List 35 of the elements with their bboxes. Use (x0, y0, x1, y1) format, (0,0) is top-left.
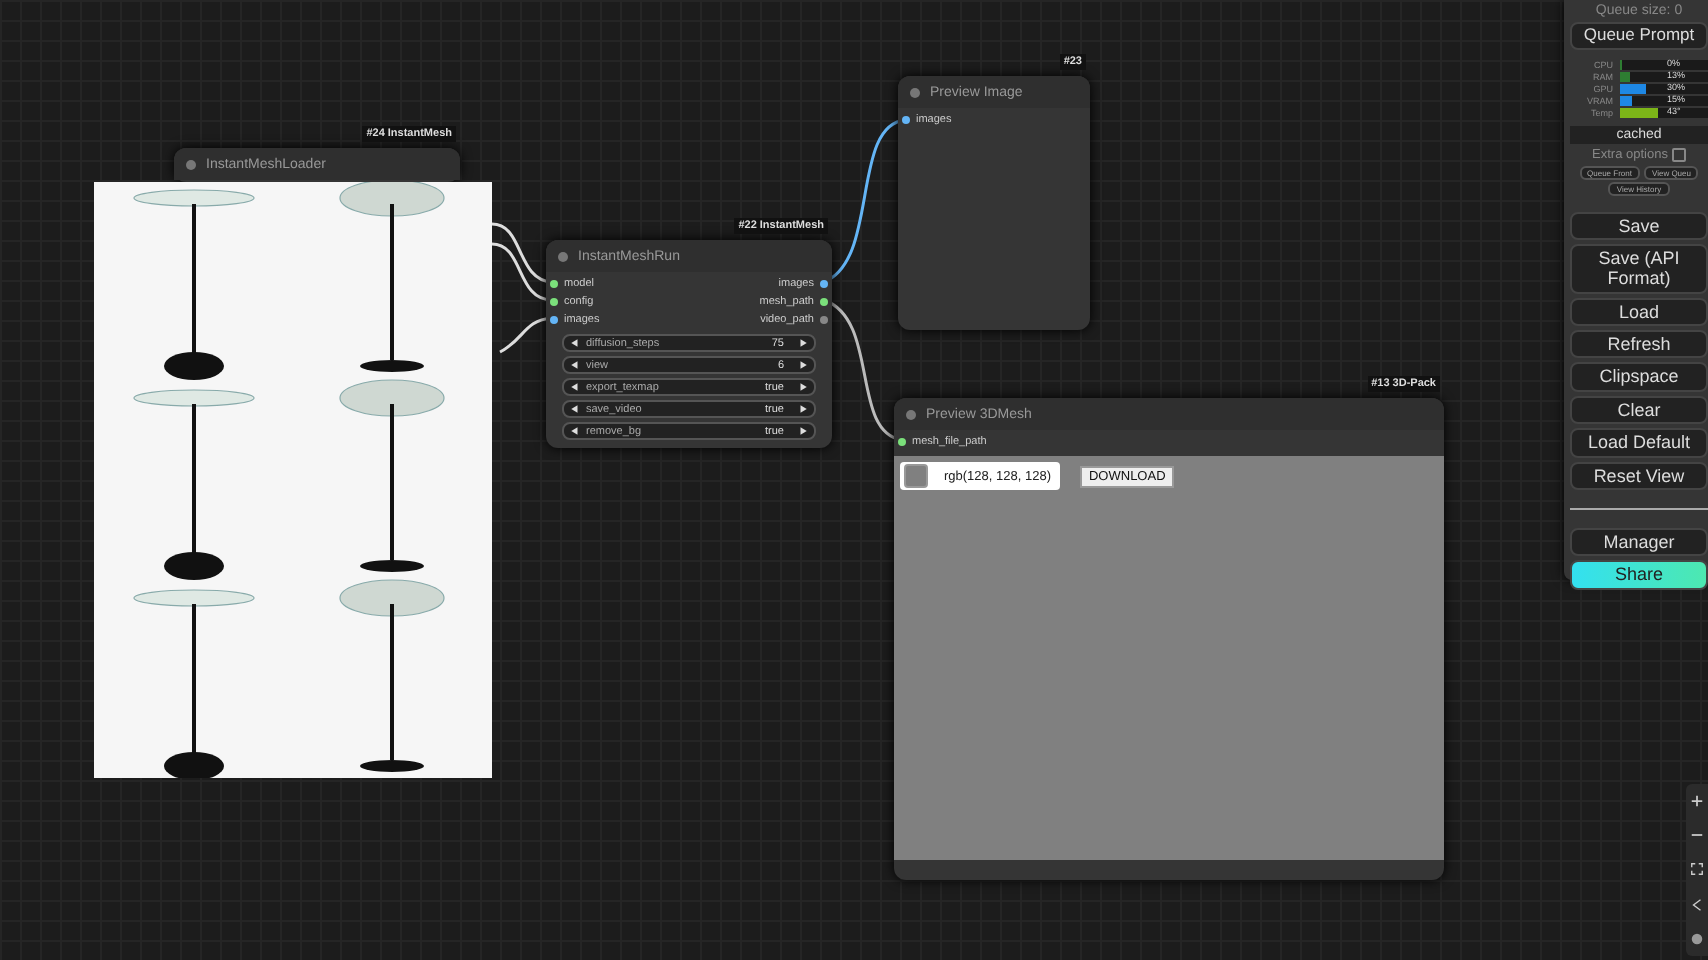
decrement-icon[interactable] (570, 360, 580, 370)
decrement-icon[interactable] (570, 404, 580, 414)
input-slot-dot[interactable] (550, 279, 558, 287)
chevron-icon[interactable] (1690, 897, 1704, 912)
menu-button[interactable]: Save (API Format) (1570, 244, 1708, 294)
node-canvas[interactable] (0, 0, 1708, 960)
input-slot-dot[interactable] (902, 115, 910, 123)
output-slot-dot[interactable] (820, 279, 828, 287)
menu-button[interactable]: Refresh (1570, 330, 1708, 359)
menu-button[interactable]: Save (1570, 211, 1708, 241)
increment-icon[interactable] (798, 338, 808, 348)
increment-icon[interactable] (798, 404, 808, 414)
extra-options-checkbox[interactable] (1671, 147, 1686, 162)
decrement-icon[interactable] (570, 338, 580, 348)
increment-icon[interactable] (798, 382, 808, 392)
input-slot-dot[interactable] (550, 315, 558, 323)
circle-icon[interactable] (1690, 931, 1704, 946)
share-button[interactable]: Share (1570, 560, 1708, 590)
zoom-in-icon[interactable] (1690, 794, 1704, 809)
decrement-icon[interactable] (570, 426, 580, 436)
input-slot-dot[interactable] (550, 297, 558, 305)
output-slot-dot[interactable] (820, 315, 828, 323)
menu-button[interactable]: Load Default (1570, 428, 1708, 458)
fit-view-icon[interactable] (1690, 862, 1704, 877)
queue-prompt-button[interactable]: Queue Prompt (1570, 22, 1708, 50)
increment-icon[interactable] (798, 360, 808, 370)
menu-button[interactable]: Clear (1570, 395, 1708, 425)
output-slot-dot[interactable] (820, 297, 828, 305)
menu-button[interactable]: Manager (1570, 527, 1708, 557)
menu-button[interactable]: Reset View (1570, 461, 1708, 490)
increment-icon[interactable] (798, 426, 808, 436)
input-slot-dot[interactable] (898, 437, 906, 445)
menu-button[interactable]: Load (1570, 297, 1708, 327)
menu-button[interactable]: Clipspace (1570, 362, 1708, 392)
decrement-icon[interactable] (570, 382, 580, 392)
